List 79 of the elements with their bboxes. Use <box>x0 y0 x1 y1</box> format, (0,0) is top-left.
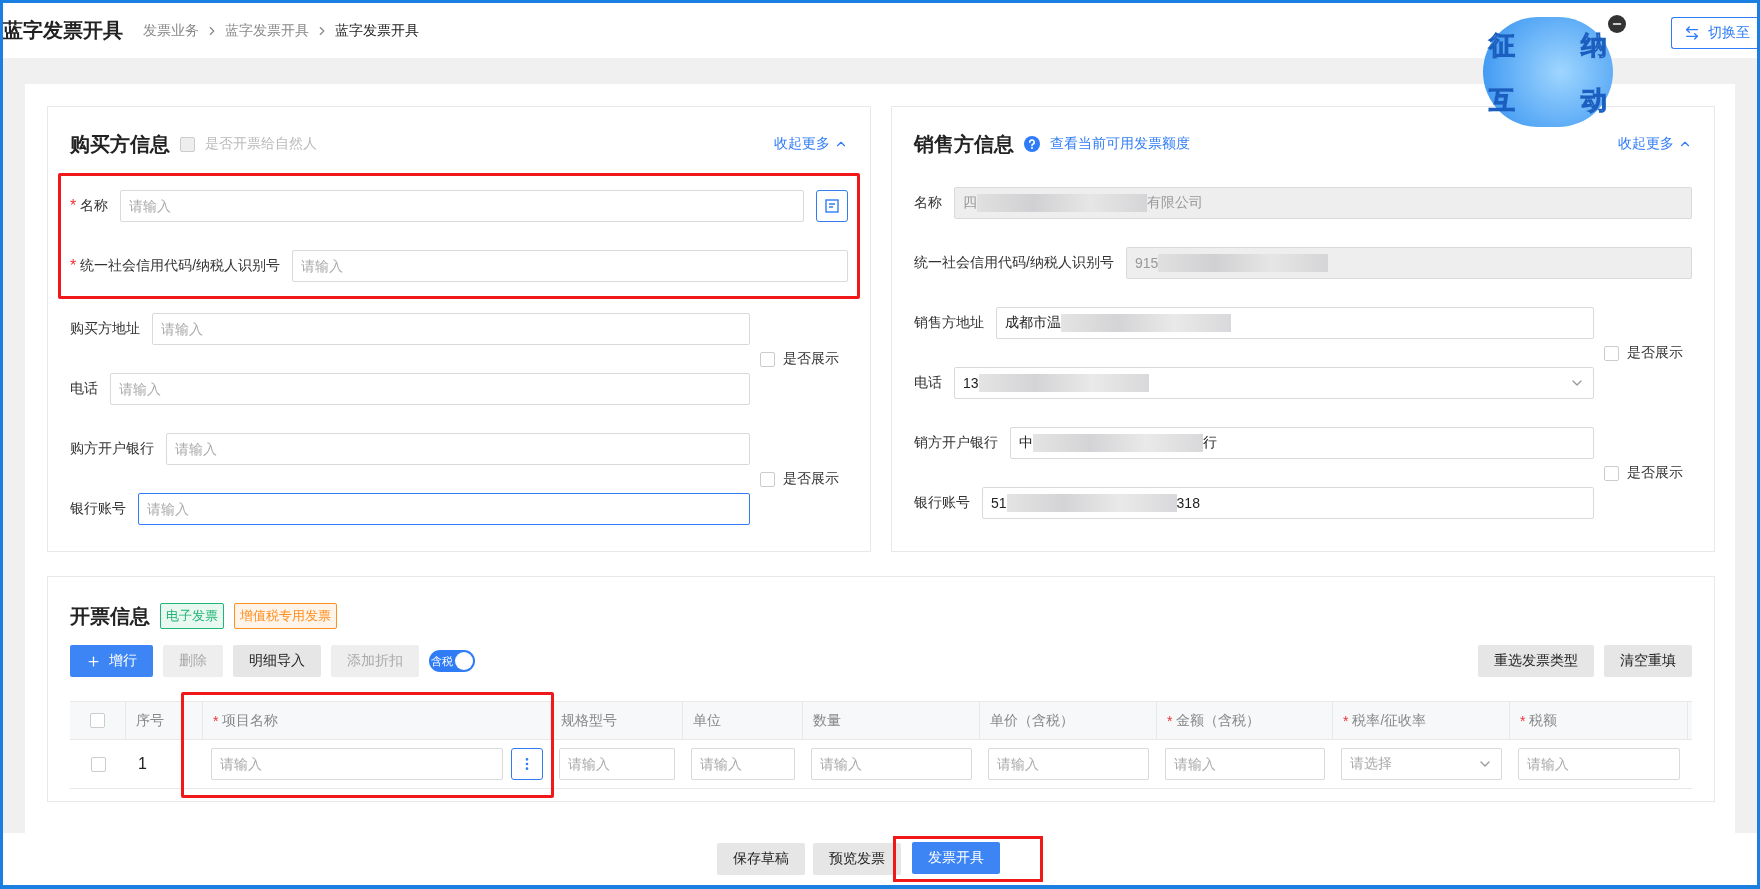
field-label: 购买方地址 <box>70 320 140 338</box>
column-header: 规格型号 <box>561 711 617 730</box>
column-header: 数量 <box>813 711 841 730</box>
field-label: 银行账号 <box>914 494 970 512</box>
field-label: 购方开户银行 <box>70 440 154 458</box>
footer-button[interactable]: 预览发票 <box>813 843 901 875</box>
breadcrumb-item[interactable]: 发票业务 <box>143 21 199 40</box>
input-field[interactable]: 51 318 <box>982 487 1594 519</box>
more-button[interactable] <box>511 748 543 780</box>
required-mark: * <box>70 257 77 275</box>
field-label: 电话 <box>914 374 942 392</box>
collapse-link[interactable]: 收起更多 <box>774 135 848 153</box>
checkbox-label: 是否展示 <box>783 470 839 488</box>
column-header: 序号 <box>136 711 164 730</box>
invoice-type-tag: 增值税专用发票 <box>234 603 337 629</box>
column-header: 单位 <box>693 711 721 730</box>
toolbar-button[interactable]: 重选发票类型 <box>1478 645 1594 677</box>
collapse-link[interactable]: 收起更多 <box>1618 135 1692 153</box>
column-header: 税额 <box>1529 711 1558 730</box>
badge-character: 征 <box>1487 31 1516 58</box>
form-icon <box>824 198 840 214</box>
input-field[interactable]: 中 行 <box>1010 427 1594 459</box>
column-header: 项目名称 <box>222 711 279 730</box>
checkbox-label: 是否展示 <box>783 350 839 368</box>
badge-character: 互 <box>1488 86 1516 113</box>
checkbox-label: 是否开票给自然人 <box>205 135 317 153</box>
toolbar-button[interactable]: 删除 <box>163 645 223 677</box>
section-title: 购买方信息 <box>70 131 170 157</box>
field-label: 销方开户银行 <box>914 434 998 452</box>
footer-button[interactable]: 发票开具 <box>912 842 1000 874</box>
checkbox[interactable] <box>760 471 775 487</box>
page-title: 蓝字发票开具 <box>3 18 123 43</box>
required-mark: * <box>213 712 219 729</box>
checkbox[interactable] <box>1604 345 1619 361</box>
required-mark: * <box>1343 712 1349 729</box>
plus-icon <box>86 653 101 669</box>
quota-link[interactable]: 查看当前可用发票额度 <box>1050 135 1190 153</box>
invoice-type-tag: 电子发票 <box>160 603 224 629</box>
column-header: 金额（含税） <box>1176 711 1261 730</box>
swap-arrows-icon <box>1684 25 1700 41</box>
column-header: 税率/征收率 <box>1352 711 1427 730</box>
switch-button[interactable]: 切换至 <box>1671 17 1757 49</box>
checkbox-label: 是否展示 <box>1627 344 1683 362</box>
required-mark: * <box>1167 712 1173 729</box>
field-label: 统一社会信用代码/纳税人识别号 <box>80 257 281 275</box>
lookup-button[interactable] <box>816 190 848 222</box>
required-mark: * <box>70 197 77 215</box>
help-icon[interactable] <box>1024 136 1040 152</box>
checkbox[interactable] <box>90 756 106 772</box>
breadcrumb-item[interactable]: 蓝字发票开具 <box>225 21 309 40</box>
checkbox[interactable] <box>760 351 775 367</box>
input-field[interactable]: 成都市温 <box>996 307 1594 339</box>
badge-character: 纳 <box>1579 31 1608 58</box>
select-field[interactable]: 13 <box>954 367 1594 399</box>
close-icon[interactable] <box>1608 15 1626 33</box>
field-label: 名称 <box>80 197 109 215</box>
checkbox[interactable] <box>1604 465 1619 481</box>
toolbar-button[interactable]: 增行 <box>70 645 153 677</box>
field-label: 名称 <box>914 194 942 212</box>
mascot-badge[interactable]: 征 纳 互 动 <box>1483 17 1613 127</box>
input-field[interactable]: 请输入 <box>138 493 750 525</box>
checkbox-label: 是否展示 <box>1627 464 1683 482</box>
field-label: 银行账号 <box>70 500 126 518</box>
tax-toggle[interactable]: 含税 <box>429 650 475 672</box>
field-label: 统一社会信用代码/纳税人识别号 <box>914 254 1114 272</box>
toolbar-button[interactable]: 清空重填 <box>1604 645 1692 677</box>
section-title: 开票信息 <box>70 603 150 629</box>
section-title: 销售方信息 <box>914 131 1014 157</box>
checkbox[interactable] <box>90 713 105 728</box>
select-field[interactable]: 请选择 <box>1341 748 1502 780</box>
table-cell-text: 1 <box>137 755 147 773</box>
badge-character: 动 <box>1579 86 1608 113</box>
field-label: 销售方地址 <box>914 314 984 332</box>
field-label: 电话 <box>70 380 98 398</box>
breadcrumb-item[interactable]: 蓝字发票开具 <box>335 21 419 40</box>
toolbar-button[interactable]: 明细导入 <box>233 645 321 677</box>
footer-button[interactable]: 保存草稿 <box>717 843 805 875</box>
column-header: 单价（含税） <box>990 711 1074 730</box>
required-mark: * <box>1520 712 1526 729</box>
